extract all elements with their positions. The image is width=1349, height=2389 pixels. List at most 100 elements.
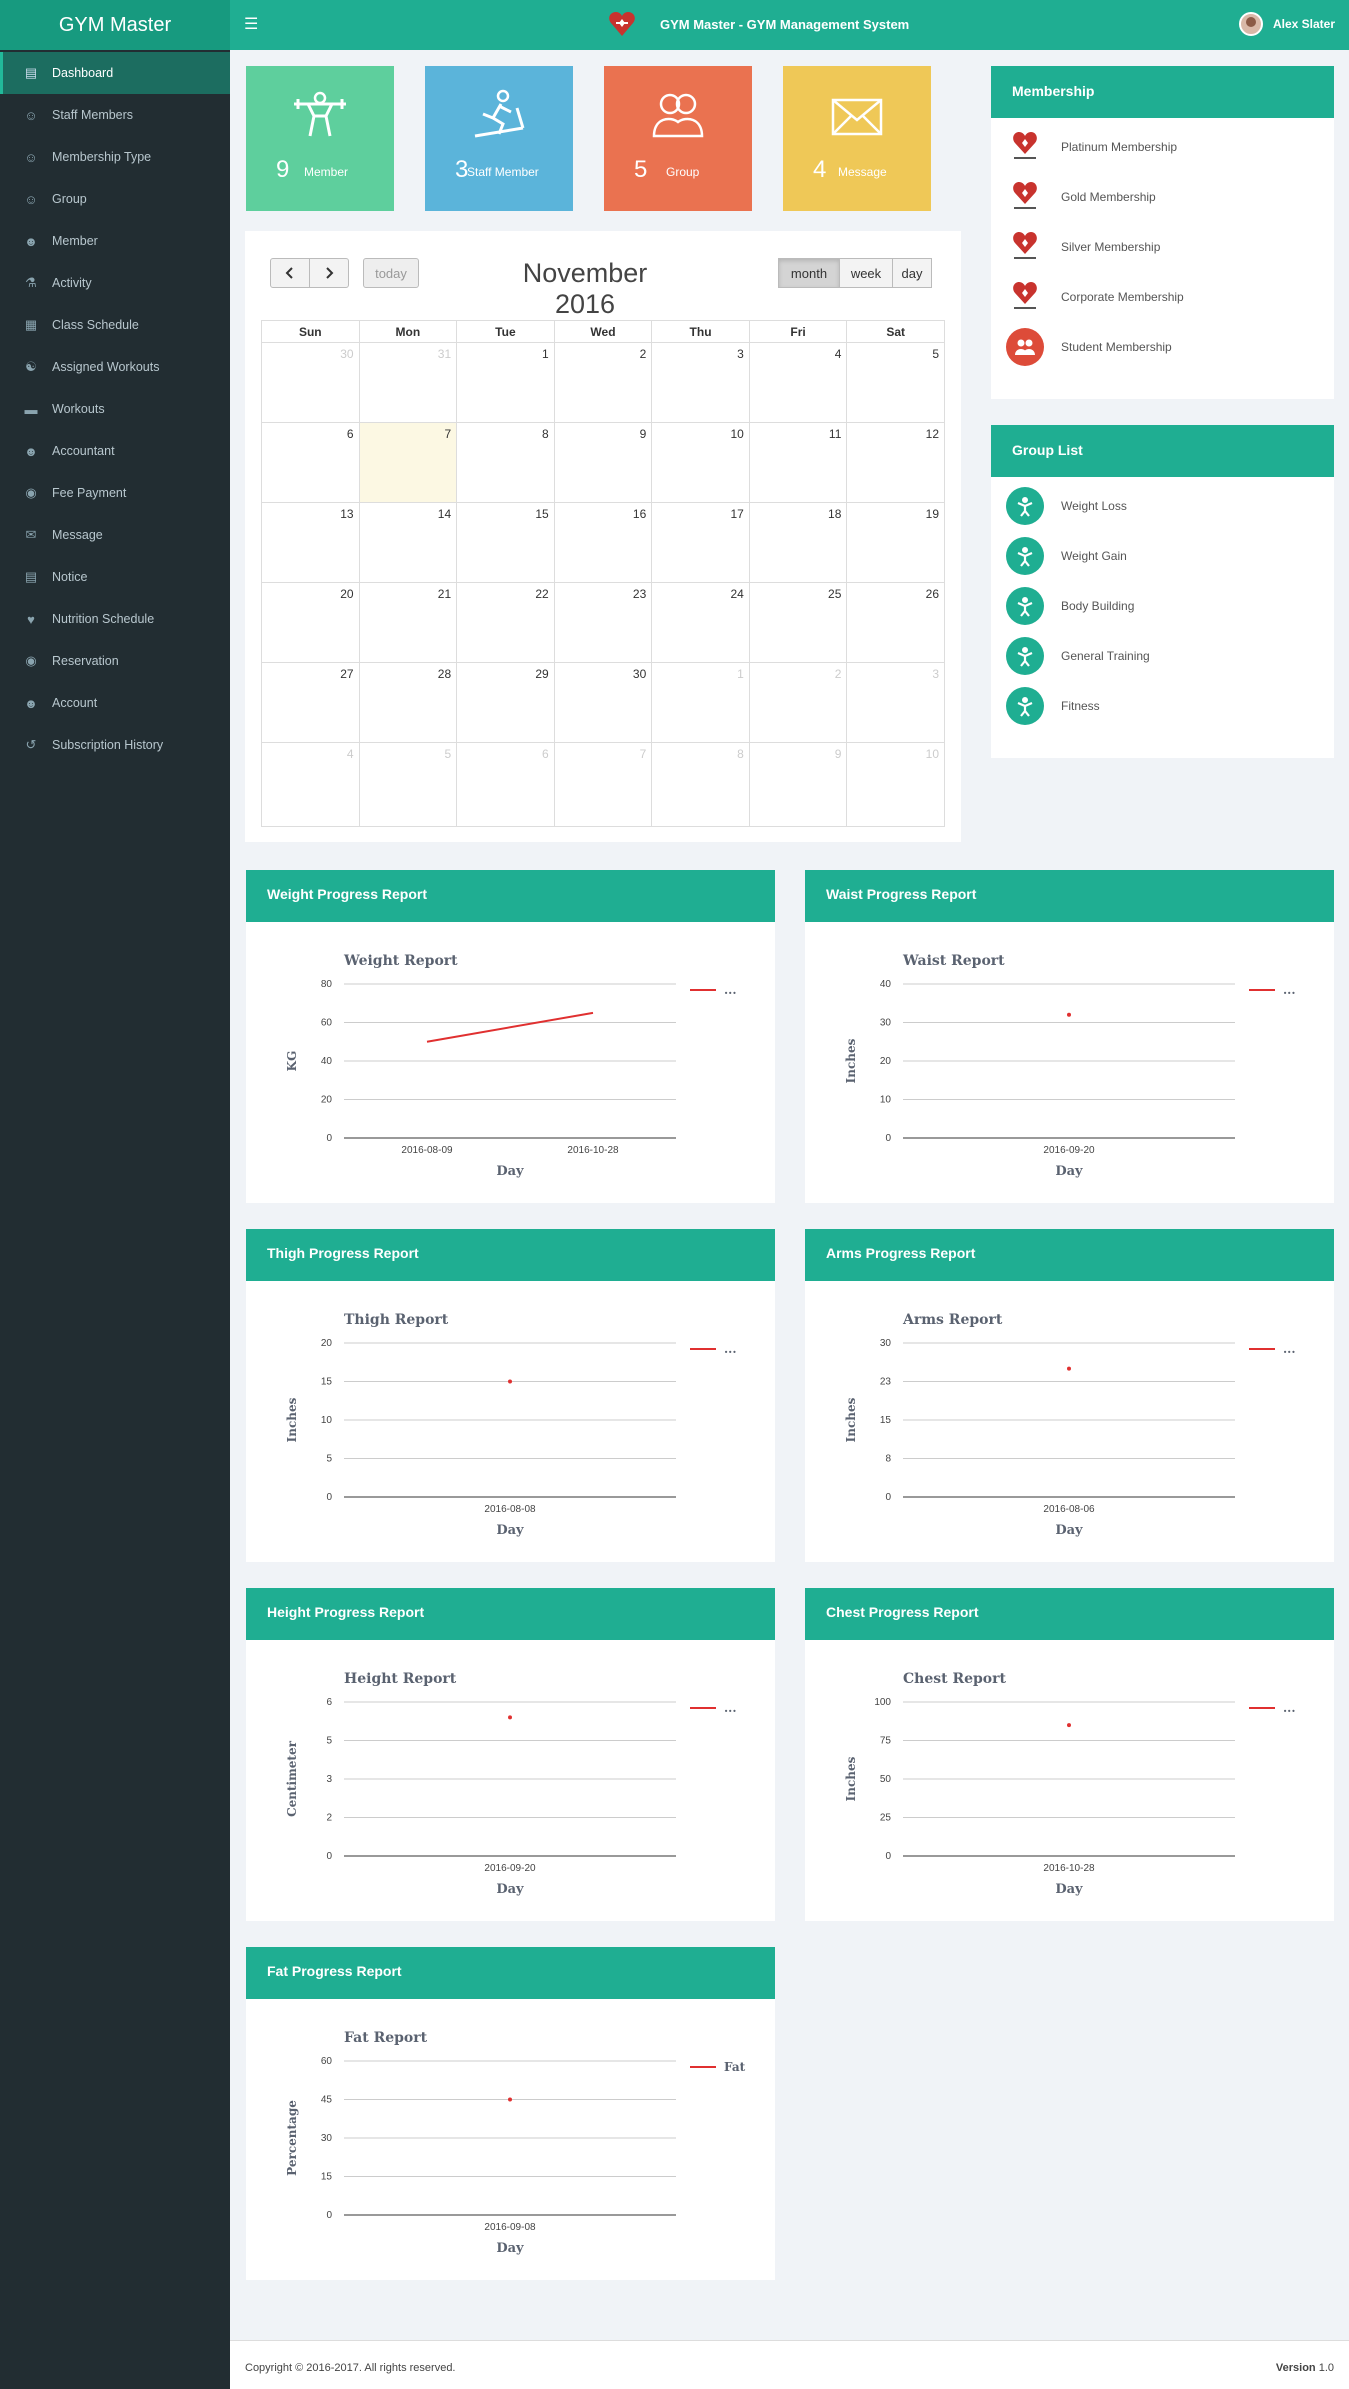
calendar-day[interactable]: 6 <box>456 742 555 827</box>
sidebar-item-message[interactable]: ✉ Message <box>0 514 230 556</box>
membership-item[interactable]: Student Membership <box>991 322 1334 372</box>
calendar-day[interactable]: 17 <box>651 502 750 583</box>
calendar-day[interactable]: 10 <box>846 742 945 827</box>
brand-logo[interactable]: GYM Master <box>0 0 230 50</box>
sidebar-item-assigned-workouts[interactable]: ☯ Assigned Workouts <box>0 346 230 388</box>
calendar-day[interactable]: 2 <box>553 342 653 423</box>
group-item[interactable]: Fitness <box>991 681 1334 731</box>
stat-box-group[interactable]: 5 Group <box>604 66 752 211</box>
calendar-day[interactable]: 15 <box>456 502 555 583</box>
calendar-today-button[interactable]: today <box>363 258 419 288</box>
calendar-day[interactable]: 1 <box>456 342 555 423</box>
calendar-prev-button[interactable] <box>270 258 310 288</box>
calendar-day[interactable]: 5 <box>846 342 945 423</box>
group-item[interactable]: General Training <box>991 631 1334 681</box>
calendar-day[interactable]: 3 <box>846 662 945 743</box>
chart-ylabel: Inches <box>285 1397 299 1442</box>
membership-item[interactable]: Gold Membership <box>991 172 1334 222</box>
membership-item[interactable]: Platinum Membership <box>991 122 1334 172</box>
data-point <box>508 1379 512 1384</box>
view-week-button[interactable]: week <box>839 258 893 288</box>
calendar-day[interactable]: 26 <box>846 582 945 663</box>
calendar-day[interactable]: 5 <box>358 742 458 827</box>
sidebar-item-activity[interactable]: ⚗ Activity <box>0 262 230 304</box>
stat-box-member[interactable]: 9 Member <box>246 66 394 211</box>
user-tie-icon: ☻ <box>24 443 38 459</box>
sidebar-item-reservation[interactable]: ◉ Reservation <box>0 640 230 682</box>
membership-item[interactable]: Silver Membership <box>991 222 1334 272</box>
calendar-day[interactable]: 20 <box>261 582 360 663</box>
payment-icon: ◉ <box>25 485 37 500</box>
calendar-day[interactable]: 12 <box>846 422 945 503</box>
calendar-day[interactable]: 14 <box>358 502 458 583</box>
calendar-day[interactable]: 23 <box>553 582 653 663</box>
calendar-day[interactable]: 4 <box>261 742 360 827</box>
calendar-day[interactable]: 13 <box>261 502 360 583</box>
view-month-button[interactable]: month <box>778 258 840 288</box>
calendar-day[interactable]: 25 <box>748 582 848 663</box>
stat-box-staff-member[interactable]: 3 Staff Member <box>425 66 573 211</box>
calendar-day[interactable]: 3 <box>651 342 750 423</box>
sidebar-item-accountant[interactable]: ☻ Accountant <box>0 430 230 472</box>
calendar-day[interactable]: 8 <box>651 742 750 827</box>
calendar-day[interactable]: 16 <box>553 502 653 583</box>
calendar-week: 20 21 22 23 24 25 26 <box>261 582 945 663</box>
calendar-next-button[interactable] <box>309 258 349 288</box>
data-point <box>508 2097 512 2102</box>
weight-gain-icon <box>1006 537 1044 575</box>
calendar-day[interactable]: 28 <box>358 662 458 743</box>
chevron-right-icon <box>326 267 334 279</box>
calendar-day[interactable]: 24 <box>651 582 750 663</box>
membership-item[interactable]: Corporate Membership <box>991 272 1334 322</box>
membership-logo-icon <box>1006 128 1044 166</box>
stat-label: Member <box>304 165 349 179</box>
calendar-day[interactable]: 7 <box>553 742 653 827</box>
membership-logo-icon <box>1006 278 1044 316</box>
stat-box-message[interactable]: 4 Message <box>783 66 931 211</box>
calendar-day[interactable]: 19 <box>846 502 945 583</box>
calendar-day[interactable]: 30 <box>553 662 653 743</box>
calendar-day[interactable]: 22 <box>456 582 555 663</box>
calendar-day[interactable]: 8 <box>456 422 555 503</box>
calendar-day[interactable]: 11 <box>748 422 848 503</box>
sidebar-item-nutrition-schedule[interactable]: ♥ Nutrition Schedule <box>0 598 230 640</box>
calendar-day[interactable]: 31 <box>358 342 458 423</box>
chart-ylabel: Inches <box>844 1397 858 1442</box>
sidebar-item-label: Nutrition Schedule <box>52 612 155 626</box>
report-title: Fat Progress Report <box>246 1947 775 1999</box>
calendar-day[interactable]: 18 <box>748 502 848 583</box>
calendar-day[interactable]: 21 <box>358 582 458 663</box>
group-name: General Training <box>1061 649 1150 663</box>
calendar-day[interactable]: 27 <box>261 662 360 743</box>
group-item[interactable]: Weight Loss <box>991 481 1334 531</box>
weekday-header: Wed <box>553 320 653 343</box>
calendar-day[interactable]: 4 <box>748 342 848 423</box>
sidebar-item-workouts[interactable]: ▬ Workouts <box>0 388 230 430</box>
sidebar-item-account[interactable]: ☻ Account <box>0 682 230 724</box>
calendar-day[interactable]: 1 <box>651 662 750 743</box>
history-icon: ↺ <box>25 737 37 752</box>
sidebar-item-notice[interactable]: ▤ Notice <box>0 556 230 598</box>
sidebar-item-staff-members[interactable]: ☺ Staff Members <box>0 94 230 136</box>
calendar-day[interactable]: 6 <box>261 422 360 503</box>
group-item[interactable]: Weight Gain <box>991 531 1334 581</box>
sidebar-item-member[interactable]: ☻ Member <box>0 220 230 262</box>
view-day-button[interactable]: day <box>892 258 932 288</box>
calendar-day[interactable]: 10 <box>651 422 750 503</box>
group-item[interactable]: Body Building <box>991 581 1334 631</box>
membership-name: Gold Membership <box>1061 190 1156 204</box>
sidebar-item-membership-type[interactable]: ☺ Membership Type <box>0 136 230 178</box>
calendar-day[interactable]: 30 <box>261 342 360 423</box>
hamburger-icon[interactable]: ☰ <box>244 14 258 34</box>
sidebar-item-fee-payment[interactable]: ◉ Fee Payment <box>0 472 230 514</box>
calendar-day[interactable]: 7 <box>358 422 458 503</box>
sidebar-item-dashboard[interactable]: ▤ Dashboard <box>0 52 230 94</box>
sidebar-item-group[interactable]: ☺ Group <box>0 178 230 220</box>
calendar-day[interactable]: 2 <box>748 662 848 743</box>
calendar-day[interactable]: 9 <box>553 422 653 503</box>
sidebar-item-class-schedule[interactable]: ▦ Class Schedule <box>0 304 230 346</box>
user-menu[interactable]: Alex Slater <box>1238 12 1335 36</box>
calendar-day[interactable]: 29 <box>456 662 555 743</box>
calendar-day[interactable]: 9 <box>748 742 848 827</box>
sidebar-item-subscription-history[interactable]: ↺ Subscription History <box>0 724 230 766</box>
